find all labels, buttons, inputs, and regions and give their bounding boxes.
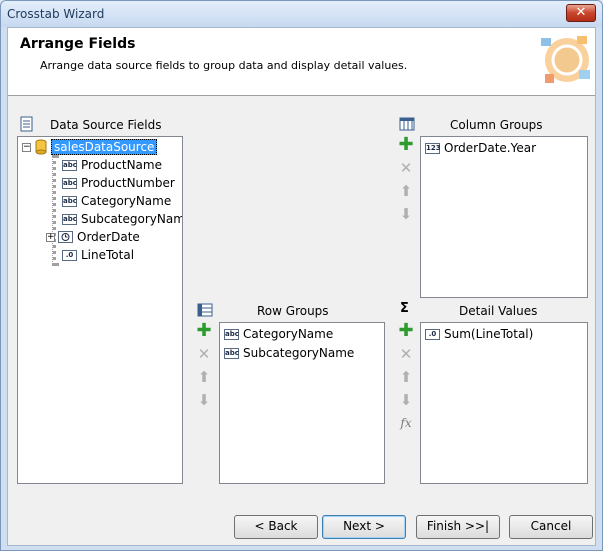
column-move-up-button[interactable]: ⬆ xyxy=(398,183,414,199)
title-bar: Crosstab Wizard ✕ xyxy=(1,1,602,27)
integer-field-icon: 123 xyxy=(425,142,441,154)
crosstab-wizard-window: Crosstab Wizard ✕ Arrange Fields Arrange… xyxy=(0,0,603,551)
column-groups-label: Column Groups xyxy=(450,118,543,132)
detail-add-button[interactable]: ✚ xyxy=(398,322,414,340)
item-name: Sum(LineTotal) xyxy=(444,327,534,341)
text-field-icon: abc xyxy=(224,347,239,359)
row-groups-list[interactable]: abc CategoryName abc SubcategoryName xyxy=(219,322,385,484)
field-name: SubcategoryName xyxy=(81,212,183,226)
wizard-client-area: Arrange Fields Arrange data source field… xyxy=(7,27,596,546)
sales-data-source[interactable]: salesDataSource xyxy=(51,139,158,155)
tree-item[interactable]: abc CategoryName xyxy=(62,192,171,210)
expression-fx-button[interactable]: fx xyxy=(398,415,414,431)
row-add-button[interactable]: ✚ xyxy=(196,322,212,340)
field-name: LineTotal xyxy=(81,248,135,262)
row-groups-icon xyxy=(197,303,213,317)
text-field-icon: abc xyxy=(224,328,239,340)
column-add-button[interactable]: ✚ xyxy=(398,136,414,154)
tree-root[interactable]: − salesDataSource xyxy=(22,138,158,156)
tree-item[interactable]: .0 LineTotal xyxy=(62,246,134,264)
page-subtitle: Arrange data source fields to group data… xyxy=(40,59,408,72)
tree-item[interactable]: abc ProductNumber xyxy=(62,174,175,192)
list-item[interactable]: .0 Sum(LineTotal) xyxy=(425,325,533,343)
data-source-tree[interactable]: − salesDataSource abc ProductName abc Pr… xyxy=(17,136,183,484)
detail-values-list[interactable]: .0 Sum(LineTotal) xyxy=(420,322,588,484)
row-remove-button[interactable]: ✕ xyxy=(196,346,212,362)
text-field-icon: abc xyxy=(62,213,77,225)
close-button[interactable]: ✕ xyxy=(566,4,596,22)
tree-item[interactable]: abc ProductName xyxy=(62,156,162,174)
field-name: ProductNumber xyxy=(81,176,175,190)
detail-move-down-button[interactable]: ⬇ xyxy=(398,392,414,408)
expand-icon[interactable]: + xyxy=(46,232,55,242)
date-field-icon xyxy=(58,231,73,243)
data-source-label: Data Source Fields xyxy=(50,118,162,132)
list-item[interactable]: abc SubcategoryName xyxy=(224,344,354,362)
text-field-icon: abc xyxy=(62,177,77,189)
data-source-icon xyxy=(20,116,33,132)
detail-move-up-button[interactable]: ⬆ xyxy=(398,369,414,385)
cancel-button[interactable]: Cancel xyxy=(509,515,593,539)
column-groups-list[interactable]: 123 OrderDate.Year xyxy=(420,136,588,298)
field-name: OrderDate xyxy=(77,230,140,244)
column-groups-icon xyxy=(399,117,415,131)
column-remove-button[interactable]: ✕ xyxy=(398,160,414,176)
wizard-header: Arrange Fields Arrange data source field… xyxy=(8,28,595,96)
finish-button[interactable]: Finish >>| xyxy=(416,515,500,539)
numeric-field-icon: .0 xyxy=(62,249,77,261)
sigma-icon: Σ xyxy=(400,301,409,316)
detail-values-label: Detail Values xyxy=(459,304,538,318)
field-name: ProductName xyxy=(81,158,162,172)
field-name: CategoryName xyxy=(81,194,172,208)
database-icon xyxy=(35,139,47,155)
column-move-down-button[interactable]: ⬇ xyxy=(398,206,414,222)
list-item[interactable]: abc CategoryName xyxy=(224,325,333,343)
collapse-icon[interactable]: − xyxy=(22,142,31,152)
text-field-icon: abc xyxy=(62,159,77,171)
detail-remove-button[interactable]: ✕ xyxy=(398,346,414,362)
page-title: Arrange Fields xyxy=(20,36,136,52)
row-move-up-button[interactable]: ⬆ xyxy=(196,369,212,385)
item-name: SubcategoryName xyxy=(243,346,355,360)
back-button[interactable]: < Back xyxy=(234,515,318,539)
tree-item[interactable]: abc SubcategoryName xyxy=(62,210,183,228)
numeric-field-icon: .0 xyxy=(425,328,440,340)
text-field-icon: abc xyxy=(62,195,77,207)
tree-item[interactable]: + OrderDate xyxy=(46,228,140,246)
row-move-down-button[interactable]: ⬇ xyxy=(196,392,212,408)
item-name: OrderDate.Year xyxy=(444,141,537,155)
window-title: Crosstab Wizard xyxy=(7,7,105,21)
next-button[interactable]: Next > xyxy=(322,515,406,539)
list-item[interactable]: 123 OrderDate.Year xyxy=(425,139,536,157)
wizard-logo-icon xyxy=(537,30,593,92)
row-groups-label: Row Groups xyxy=(257,304,329,318)
item-name: CategoryName xyxy=(243,327,334,341)
